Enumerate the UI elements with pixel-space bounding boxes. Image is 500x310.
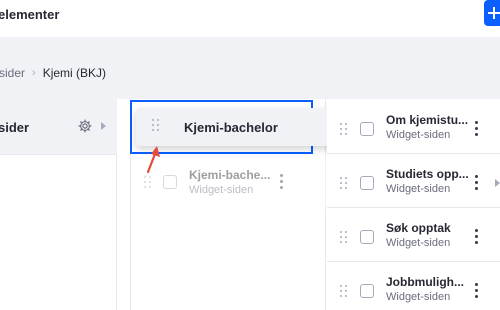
chevron-right-icon[interactable]: [495, 179, 500, 187]
kebab-menu-icon[interactable]: [280, 174, 284, 190]
drag-handle-icon[interactable]: [340, 123, 348, 135]
list-item[interactable]: Jobbmuligh... Widget-siden: [327, 263, 500, 310]
list-item[interactable]: Studiets opp... Widget-siden: [327, 155, 500, 208]
row-subtitle: Widget-siden: [386, 237, 451, 249]
kebab-menu-icon[interactable]: [475, 283, 479, 299]
annotation-arrow-icon: [146, 146, 160, 174]
row-checkbox[interactable]: [360, 176, 374, 190]
column1-item-label: sider: [0, 120, 30, 135]
row-subtitle: Widget-siden: [386, 291, 451, 303]
row-checkbox[interactable]: [360, 230, 374, 244]
page-title: elementer: [0, 7, 60, 22]
row-checkbox[interactable]: [360, 284, 374, 298]
row-title: Jobbmuligh...: [386, 275, 464, 289]
add-button[interactable]: [484, 0, 500, 26]
row-subtitle: Widget-siden: [189, 184, 254, 196]
row-title: Om kjemistu...: [386, 113, 469, 127]
gear-icon[interactable]: [78, 119, 92, 133]
drag-handle-icon[interactable]: [152, 119, 160, 131]
list-item[interactable]: Om kjemistu... Widget-siden: [327, 101, 500, 154]
row-title: Søk opptak: [386, 221, 451, 235]
breadcrumb-separator-icon: ›: [32, 67, 36, 79]
drag-handle-icon[interactable]: [340, 177, 348, 189]
row-subtitle: Widget-siden: [386, 183, 451, 195]
row-checkbox[interactable]: [163, 175, 177, 189]
drag-handle-icon[interactable]: [340, 285, 348, 297]
drag-handle-icon[interactable]: [144, 176, 152, 188]
kebab-menu-icon[interactable]: [475, 175, 479, 191]
dragged-item[interactable]: Kjemi-bachelor: [136, 108, 334, 146]
row-checkbox[interactable]: [360, 122, 374, 136]
breadcrumb: sider › Kjemi (BKJ): [0, 66, 106, 80]
breadcrumb-item-current: Kjemi (BKJ): [42, 66, 107, 80]
row-title: Studiets opp...: [386, 167, 469, 181]
dragged-item-title: Kjemi-bachelor: [184, 120, 278, 135]
kebab-menu-icon[interactable]: [475, 229, 479, 245]
row-subtitle: Widget-siden: [386, 129, 451, 141]
column-level-1: sider: [0, 99, 117, 310]
column1-item-sider[interactable]: sider: [0, 99, 117, 155]
list-item[interactable]: Søk opptak Widget-siden: [327, 209, 500, 262]
row-title: Kjemi-bache...: [189, 168, 271, 182]
top-bar: elementer: [0, 0, 500, 34]
kebab-menu-icon[interactable]: [475, 121, 479, 137]
drag-handle-icon[interactable]: [340, 231, 348, 243]
breadcrumb-item-parent[interactable]: sider: [0, 66, 25, 80]
chevron-right-icon[interactable]: [101, 122, 106, 130]
